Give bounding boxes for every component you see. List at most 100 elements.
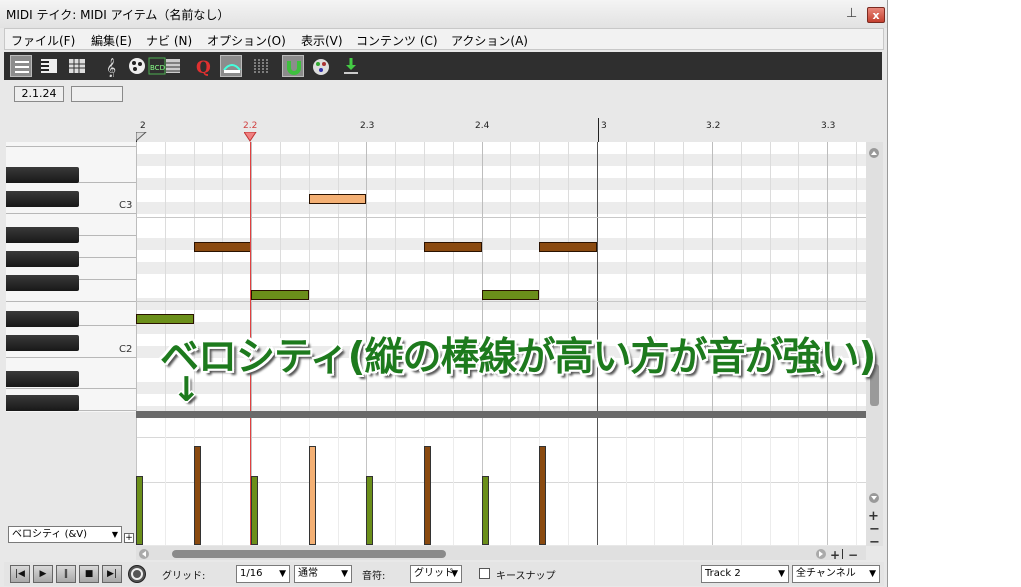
grid-line [683, 418, 685, 545]
grid-snap-icon[interactable] [250, 55, 272, 77]
grid-line [452, 418, 454, 545]
menu-contents[interactable]: コンテンツ (C) [356, 32, 438, 49]
note-length-select[interactable]: グリッド ▼ [410, 565, 462, 583]
grid-row [136, 394, 866, 406]
lane-selector-value: ベロシティ (&V) [12, 529, 88, 540]
keysnap-label: キースナップ [496, 571, 556, 582]
grid-line [654, 418, 656, 545]
black-key[interactable] [6, 251, 79, 267]
add-lane-button[interactable]: + [124, 533, 134, 543]
event-list-icon[interactable] [162, 55, 184, 77]
velocity-lane[interactable] [136, 418, 866, 545]
lane-divider[interactable] [136, 411, 866, 425]
velocity-bar[interactable] [193, 446, 201, 545]
velocity-bar[interactable] [366, 476, 374, 545]
grid-line [798, 418, 800, 545]
svg-text:+: + [830, 548, 840, 561]
velocity-guide-line [136, 437, 866, 438]
close-button[interactable]: x [867, 7, 885, 23]
menu-view[interactable]: 表示(V) [301, 32, 343, 49]
color-palette-icon[interactable] [310, 55, 332, 77]
magnet-icon[interactable] [282, 55, 304, 77]
key-line [6, 146, 136, 147]
grid-row [136, 178, 866, 190]
timeline-ruler[interactable]: 2 2.2 2.3 2.4 3 3.2 3.3 [136, 118, 866, 142]
stop-icon[interactable]: ■ [79, 565, 99, 583]
treble-clef-icon[interactable]: 𝄞 [100, 55, 122, 77]
menu-navigate[interactable]: ナビ (N) [146, 32, 192, 49]
lane-selector[interactable]: ベロシティ (&V) ▼ [8, 526, 122, 543]
grid-row [136, 226, 866, 238]
pause-icon[interactable]: ‖ [56, 565, 76, 583]
piano-keyboard[interactable]: C3 C2 [6, 142, 137, 412]
black-key[interactable] [6, 167, 79, 183]
piano-roll-icon[interactable] [38, 55, 60, 77]
black-key[interactable] [6, 275, 79, 291]
loop-icon[interactable] [128, 565, 146, 583]
menu-edit[interactable]: 編集(E) [91, 32, 132, 49]
chevron-down-icon: ▼ [279, 569, 286, 579]
midi-note[interactable] [539, 242, 597, 252]
palette-icon[interactable] [126, 55, 148, 77]
menu-options[interactable]: オプション(O) [207, 32, 286, 49]
quantize-glyph: Q [196, 58, 211, 77]
black-key[interactable] [6, 227, 79, 243]
grid-line [510, 418, 512, 545]
menu-file[interactable]: ファイル(F) [11, 32, 75, 49]
black-key[interactable] [6, 371, 79, 387]
pin-icon[interactable]: ⊥ [846, 6, 857, 21]
note-preview-icon[interactable] [220, 55, 242, 77]
velocity-bar[interactable] [539, 446, 547, 545]
grid-size-select[interactable]: 1/16 ▼ [236, 565, 290, 583]
quantize-icon[interactable]: Q [192, 55, 214, 77]
play-icon[interactable]: ▶ [33, 565, 53, 583]
list-view-icon[interactable] [10, 55, 32, 77]
grid-type-select[interactable]: 通常 ▼ [294, 565, 352, 583]
midi-note[interactable] [251, 290, 309, 300]
grid-line [568, 418, 569, 545]
midi-note[interactable] [193, 242, 252, 252]
midi-note[interactable] [136, 314, 194, 324]
key-line [6, 301, 136, 302]
track-select[interactable]: Track 2 ▼ [701, 565, 789, 583]
grid-line [395, 418, 397, 545]
title-bar[interactable]: MIDI テイク: MIDI アイテム（名前なし） ⊥ x [0, 0, 887, 28]
end-icon[interactable]: ▶| [102, 565, 122, 583]
channel-select[interactable]: 全チャンネル ▼ [792, 565, 880, 583]
midi-note[interactable] [308, 194, 367, 204]
horizontal-scrollbar[interactable]: + − [136, 546, 866, 562]
black-key[interactable] [6, 191, 79, 207]
velocity-bar[interactable] [251, 476, 259, 545]
grid-line [337, 418, 339, 545]
keysnap-checkbox[interactable] [479, 568, 490, 579]
grid-line [222, 418, 224, 545]
menu-actions[interactable]: アクション(A) [451, 32, 528, 49]
rewind-icon[interactable]: |◀ [10, 565, 30, 583]
velocity-bar[interactable] [424, 446, 431, 545]
insert-note-icon[interactable] [340, 55, 362, 77]
velocity-bar[interactable] [136, 476, 143, 545]
secondary-position-display[interactable] [71, 86, 123, 102]
velocity-caption: ベロシティ(縦の棒線が高い方が音が強い) [160, 335, 876, 380]
chevron-down-icon: ▼ [111, 530, 118, 539]
key-line [6, 357, 136, 358]
black-key[interactable] [6, 335, 79, 351]
ruler-mark: 2 [140, 121, 146, 131]
note-length-label: 音符: [362, 571, 386, 582]
grid-view-icon[interactable] [66, 55, 88, 77]
ruler-mark: 3 [601, 121, 607, 131]
black-key[interactable] [6, 395, 79, 411]
grid-row [136, 154, 866, 166]
velocity-bar[interactable] [481, 476, 489, 545]
playhead-marker-icon[interactable] [244, 132, 258, 142]
position-display[interactable]: 2.1.24 [14, 86, 64, 102]
window-title: MIDI テイク: MIDI アイテム（名前なし） [6, 8, 230, 22]
midi-note[interactable] [481, 290, 540, 300]
svg-text:−: − [869, 535, 880, 546]
black-key[interactable] [6, 311, 79, 327]
grid-line [856, 418, 857, 545]
grid-line [712, 418, 713, 545]
midi-note[interactable] [424, 242, 482, 252]
velocity-bar[interactable] [308, 446, 316, 545]
note-length-value: グリッド [414, 568, 454, 579]
